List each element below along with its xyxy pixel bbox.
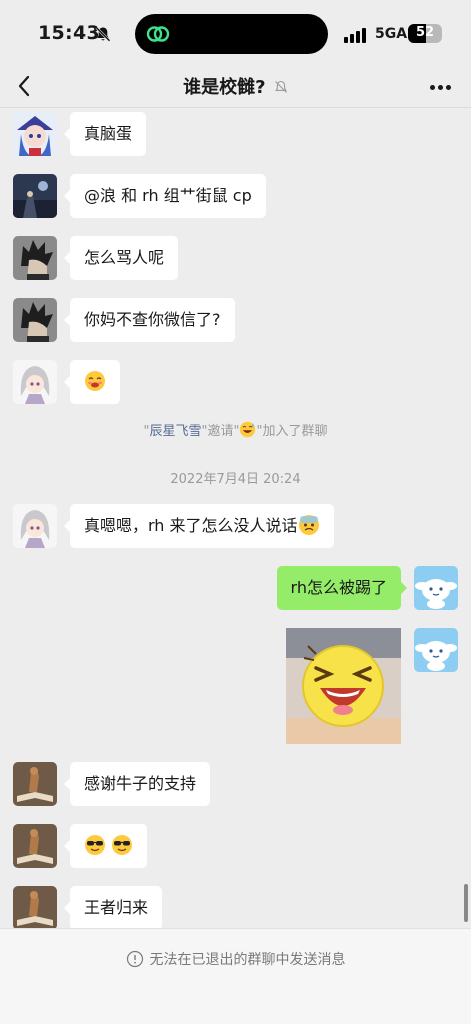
chat-header: 谁是校雠? [0, 64, 471, 108]
message-text: @浪 和 rh 组艹街鼠 cp [84, 186, 252, 205]
message-bubble[interactable]: 怎么骂人呢 [63, 236, 179, 280]
sunglasses-emoji [112, 835, 133, 855]
info-circle-icon [126, 950, 143, 968]
inviter-name-link[interactable]: 辰星飞雪 [150, 424, 202, 439]
silver-hair-girl-avatar[interactable] [13, 360, 57, 404]
silver-hair-girl-avatar[interactable] [13, 504, 57, 548]
message-row: rh怎么被踢了 [0, 562, 471, 622]
message-row: 王者归来 [0, 882, 471, 928]
grin-sweat-emoji [240, 421, 256, 438]
notice-text: 无法在已退出的群聊中发送消息 [149, 952, 346, 968]
message-row [0, 356, 471, 416]
status-bar: 15:43 5GA 52 [0, 0, 471, 64]
laughing-yellow-face-sticker[interactable] [286, 628, 401, 744]
app-logo-icon [146, 26, 170, 42]
more-options-icon[interactable] [424, 76, 456, 98]
message-bubble[interactable]: @浪 和 rh 组艹街鼠 cp [64, 174, 266, 218]
message-row: 怎么骂人呢 [0, 232, 471, 292]
message-text: 真嗯嗯，rh 来了怎么没人说话 [84, 516, 298, 535]
message-row: 真脑蛋 [0, 108, 471, 168]
message-row: @浪 和 rh 组艹街鼠 cp [0, 170, 471, 230]
message-timestamp: 2022年7月4日 20:24 [170, 472, 301, 487]
my-message-bubble[interactable]: rh怎么被踢了 [276, 566, 408, 610]
message-bubble[interactable]: 你妈不查你微信了? [64, 298, 235, 342]
message-bubble[interactable]: 王者归来 [63, 886, 163, 928]
chat-footer: 无法在已退出的群聊中发送消息 [0, 928, 471, 1024]
status-time: 15:43 [38, 22, 100, 44]
exited-group-notice: 无法在已退出的群聊中发送消息 [0, 949, 471, 969]
dynamic-island [135, 14, 328, 54]
cinnamoroll-avatar[interactable] [414, 628, 458, 672]
message-list[interactable]: 真脑蛋 @浪 和 rh 组艹街鼠 cp 怎么骂人呢 你妈不查你微信了? "辰星飞… [0, 108, 471, 928]
message-bubble[interactable] [63, 824, 148, 868]
drooling-face-emoji [85, 371, 105, 391]
message-text: 怎么骂人呢 [84, 248, 165, 267]
dark-spiky-hair-avatar[interactable] [13, 236, 57, 280]
sunglasses-emoji [85, 835, 105, 855]
cellular-signal-icon [344, 27, 370, 43]
message-row: 感谢牛子的支持 [0, 758, 471, 818]
message-text: rh怎么被踢了 [290, 578, 387, 597]
chat-title-text: 谁是校雠? [183, 77, 266, 98]
message-row [0, 624, 471, 750]
message-text: 感谢牛子的支持 [84, 774, 197, 793]
chat-title: 谁是校雠? [0, 73, 471, 99]
book-figure-avatar[interactable] [13, 886, 57, 928]
cinnamoroll-avatar[interactable] [414, 566, 458, 610]
network-type: 5GA [375, 26, 408, 42]
message-row: 真嗯嗯，rh 来了怎么没人说话 [0, 500, 471, 560]
bell-muted-icon [95, 26, 111, 42]
message-bubble[interactable]: 真脑蛋 [63, 112, 147, 156]
anxious-sweat-emoji [298, 515, 319, 535]
system-invite-notice: "辰星飞雪"邀请" "加入了群聊 [0, 420, 471, 439]
book-figure-avatar[interactable] [13, 762, 57, 806]
message-bubble[interactable]: 真嗯嗯，rh 来了怎么没人说话 [64, 504, 334, 548]
mute-notification-icon [274, 80, 287, 93]
battery-level: 52 [415, 25, 435, 40]
anime-girl-blue-hat-avatar[interactable] [13, 112, 57, 156]
book-figure-avatar[interactable] [13, 824, 57, 868]
night-scene-avatar[interactable] [13, 174, 57, 218]
message-text: 真脑蛋 [84, 124, 133, 143]
message-bubble[interactable]: 感谢牛子的支持 [63, 762, 211, 806]
message-bubble[interactable] [64, 360, 120, 404]
message-text: 你妈不查你微信了? [84, 310, 221, 329]
chat-scrollbar[interactable] [464, 884, 468, 922]
message-text: 王者归来 [84, 898, 149, 917]
message-row: 你妈不查你微信了? [0, 294, 471, 354]
dark-spiky-hair-avatar[interactable] [13, 298, 57, 342]
message-row [0, 820, 471, 880]
battery-indicator: 52 [408, 24, 442, 43]
